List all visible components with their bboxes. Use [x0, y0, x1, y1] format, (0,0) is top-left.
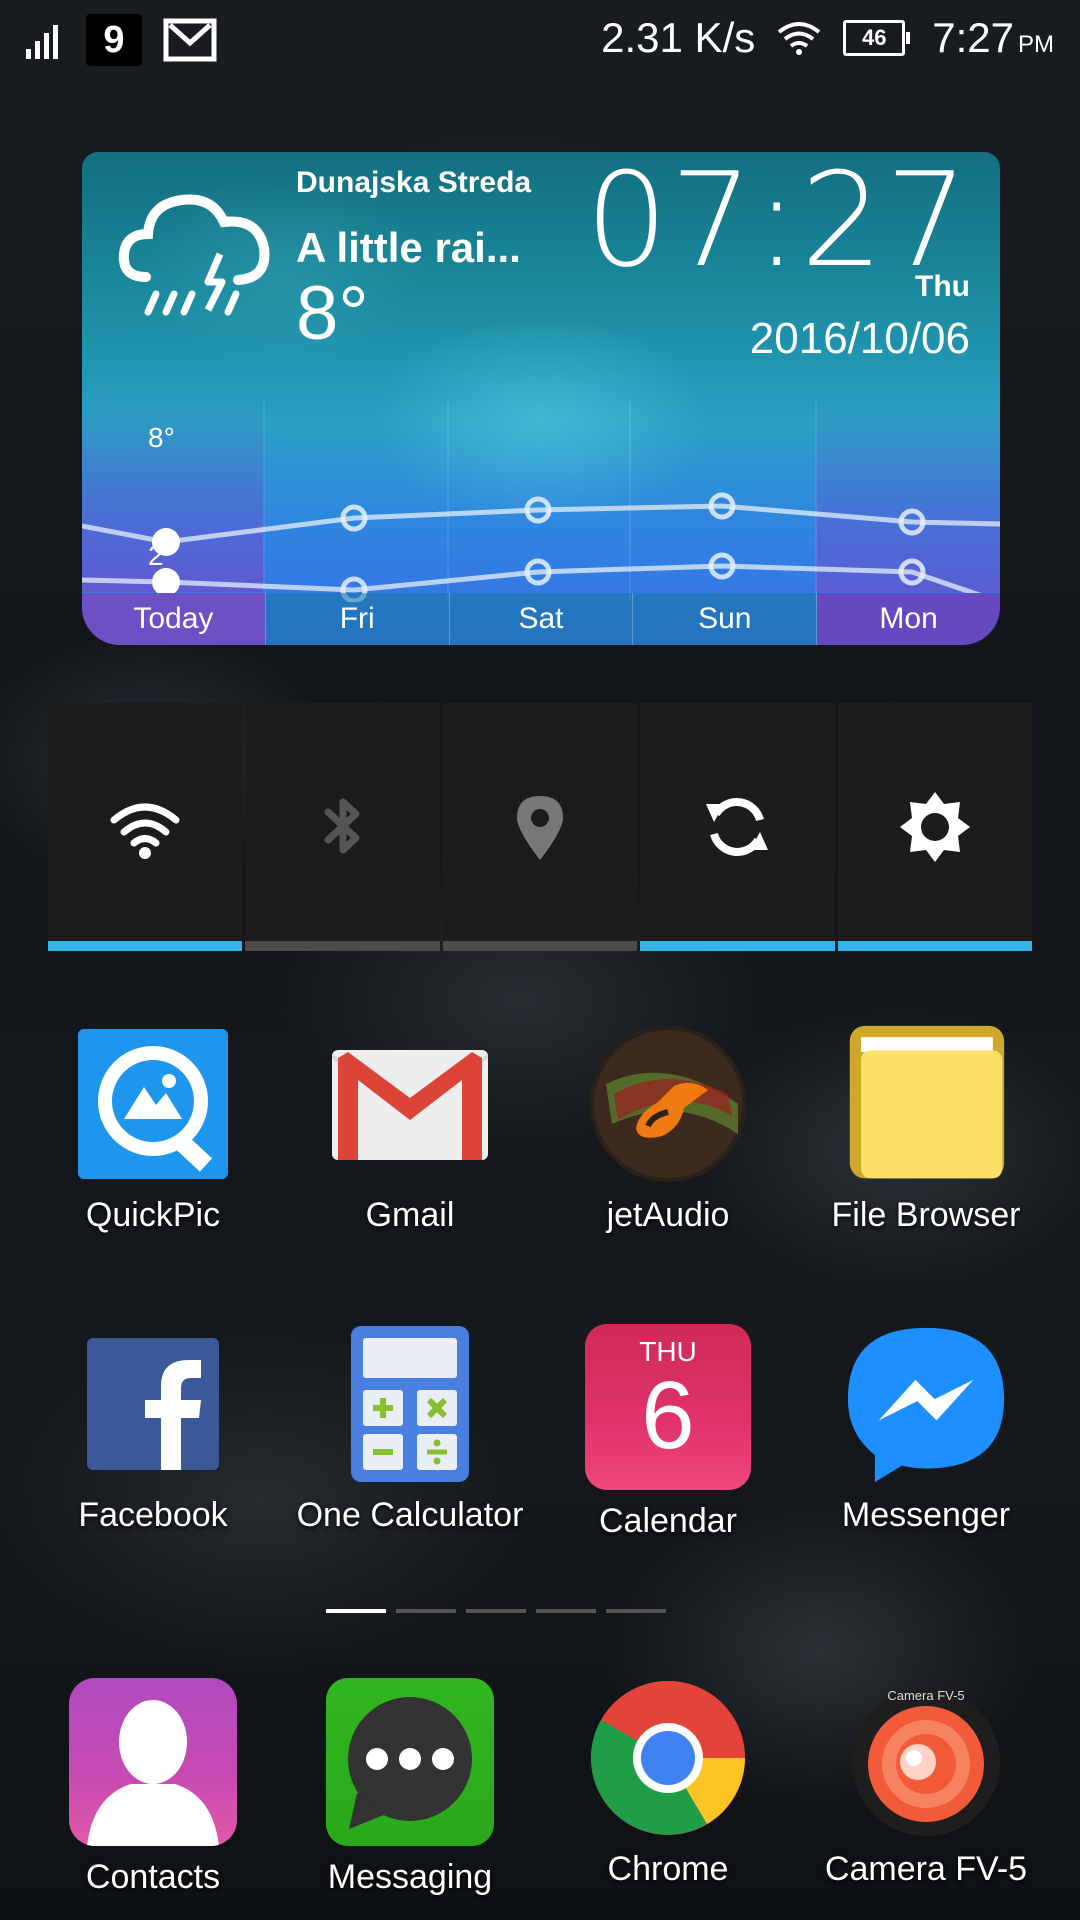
location-toggle[interactable]: [442, 703, 638, 951]
app-contacts[interactable]: Contacts: [33, 1678, 273, 1897]
gmail-icon: [330, 1024, 490, 1184]
weather-condition: A little rai...: [296, 224, 521, 271]
app-label: Gmail: [365, 1196, 455, 1234]
weather-city: Dunajska Streda: [296, 166, 532, 199]
app-quickpic[interactable]: QuickPic: [33, 1024, 273, 1235]
forecast-day-sat: Sat: [449, 593, 634, 645]
page-indicator: [326, 1609, 666, 1613]
app-label: One Calculator: [296, 1496, 524, 1534]
rain-cloud-icon: [118, 194, 270, 316]
contacts-icon: [69, 1678, 237, 1846]
location-icon: [517, 796, 564, 860]
app-label: Facebook: [78, 1496, 228, 1534]
facebook-icon: [73, 1324, 233, 1484]
gmail-notification-icon: [163, 18, 217, 62]
brightness-toggle[interactable]: [837, 703, 1033, 951]
page-dot[interactable]: [466, 1609, 526, 1613]
quick-settings-widget: [48, 703, 1033, 951]
forecast-days: Today Fri Sat Sun Mon: [82, 593, 1000, 645]
camera-icon: Camera FV-5: [846, 1678, 1006, 1838]
wifi-icon: [110, 803, 180, 859]
app-calendar[interactable]: THU 6 Calendar: [548, 1324, 788, 1541]
status-bar: 9 2.31 K/s 46 7:27 PM: [0, 0, 1080, 78]
app-chrome[interactable]: Chrome: [548, 1678, 788, 1889]
app-label: Camera FV-5: [824, 1850, 1028, 1888]
wifi-toggle[interactable]: [48, 703, 243, 951]
app-jetaudio[interactable]: jetAudio: [548, 1024, 788, 1235]
app-file-browser[interactable]: File Browser: [806, 1024, 1046, 1235]
calendar-icon: THU 6: [585, 1324, 751, 1490]
app-messaging[interactable]: Messaging: [290, 1678, 530, 1897]
sync-toggle[interactable]: [640, 703, 835, 951]
calculator-icon: [330, 1324, 490, 1484]
page-dot[interactable]: [396, 1609, 456, 1613]
sync-icon: [706, 798, 769, 856]
jetaudio-icon: [588, 1024, 748, 1184]
app-label: Messenger: [841, 1496, 1011, 1534]
messaging-icon: [326, 1678, 494, 1846]
page-dot[interactable]: [536, 1609, 596, 1613]
camera-icon-text: Camera FV-5: [887, 1688, 965, 1703]
page-dot[interactable]: [326, 1609, 386, 1613]
folder-icon: [846, 1024, 1006, 1184]
app-gmail[interactable]: Gmail: [290, 1024, 530, 1235]
app-label: File Browser: [831, 1196, 1021, 1234]
widget-day: Thu: [915, 270, 970, 303]
network-speed: 2.31 K/s: [601, 14, 756, 61]
weather-widget[interactable]: Dunajska Streda A little rai... 8° 07:27…: [82, 152, 1000, 645]
battery-icon: 46: [843, 20, 911, 56]
forecast-day-mon: Mon: [817, 593, 1000, 645]
page-dot[interactable]: [606, 1609, 666, 1613]
app-label: jetAudio: [606, 1196, 730, 1234]
notification-app-icon: 9: [86, 14, 142, 66]
brightness-icon: [899, 792, 970, 862]
app-label: Contacts: [85, 1858, 221, 1896]
status-time: 7:27 PM: [932, 14, 1054, 61]
app-label: Chrome: [607, 1850, 729, 1888]
widget-date: 2016/10/06: [749, 314, 970, 363]
bluetooth-icon: [324, 798, 360, 854]
wifi-status-icon: [778, 22, 821, 55]
signal-icon: [26, 25, 58, 59]
low-point-today: [152, 568, 180, 596]
app-camera-fv5[interactable]: Camera FV-5 Camera FV-5: [806, 1678, 1046, 1889]
app-facebook[interactable]: Facebook: [33, 1324, 273, 1535]
quickpic-icon: [73, 1024, 233, 1184]
forecast-day-sun: Sun: [633, 593, 818, 645]
messenger-icon: [846, 1324, 1006, 1484]
forecast-day-today: Today: [82, 593, 266, 645]
app-label: Calendar: [599, 1502, 737, 1540]
calendar-day: 6: [641, 1362, 695, 1469]
widget-clock[interactable]: 07:27: [585, 152, 970, 296]
app-one-calculator[interactable]: One Calculator: [290, 1324, 530, 1535]
app-messenger[interactable]: Messenger: [806, 1324, 1046, 1535]
forecast-day-fri: Fri: [265, 593, 450, 645]
app-label: QuickPic: [85, 1196, 221, 1234]
chrome-icon: [588, 1678, 748, 1838]
weather-temperature: 8°: [296, 271, 369, 356]
bluetooth-toggle[interactable]: [245, 703, 440, 951]
high-temp-label: 8°: [148, 422, 175, 453]
app-label: Messaging: [327, 1858, 493, 1896]
forecast-chart: [82, 402, 1000, 602]
low-temp-label: 2°: [148, 540, 175, 571]
